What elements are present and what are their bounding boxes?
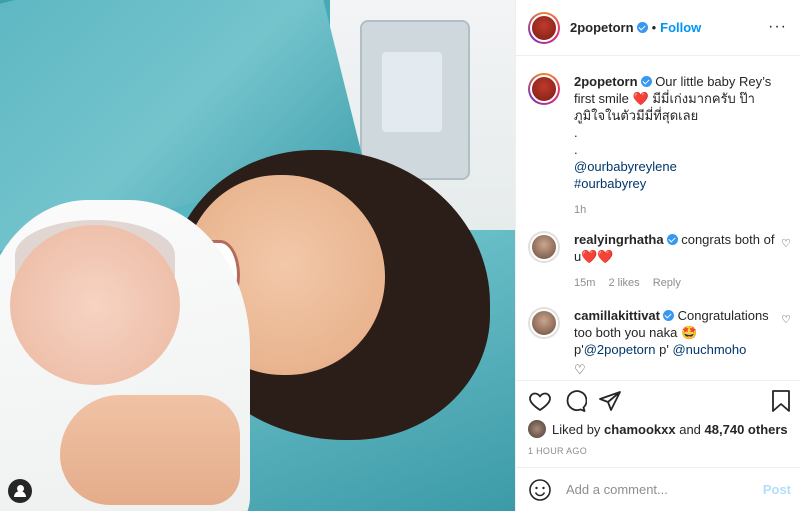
caption-time[interactable]: 1h [574, 204, 586, 216]
liker-avatar[interactable] [528, 420, 546, 438]
comment-like-icon[interactable]: ♡ [781, 237, 791, 250]
star-struck-emoji: 🤩 [680, 325, 698, 340]
caption-mention[interactable]: @ourbabyreylene [574, 158, 780, 175]
heart-icon[interactable] [528, 389, 552, 413]
bookmark-icon[interactable] [770, 389, 792, 413]
comment-prefix: p' [659, 342, 669, 357]
post-button[interactable]: Post [763, 482, 791, 497]
comment-content: camillakittivat Congratulations too both… [574, 307, 780, 378]
medical-machine [360, 20, 470, 180]
more-icon[interactable]: ··· [768, 18, 787, 36]
comment-username[interactable]: camillakittivat [574, 308, 660, 323]
heart-emoji: ❤️❤️ [581, 249, 614, 264]
add-comment-bar: Add a comment... Post [516, 467, 800, 511]
author-avatar[interactable] [528, 11, 560, 44]
comment-content: realyingrhatha congrats both of u❤️❤️ 15… [574, 231, 780, 292]
caption-avatar-image [530, 75, 558, 103]
verified-icon [640, 76, 652, 87]
separator-dot: • [651, 20, 657, 35]
caption-hashtag[interactable]: #ourbabyrey [574, 175, 780, 192]
machine-screen [382, 52, 442, 132]
commenter-avatar-image [530, 309, 558, 337]
caption-dot: . [574, 125, 578, 140]
caption-content: 2popetorn Our little baby Rey’s first sm… [574, 73, 780, 219]
verified-icon [636, 22, 648, 33]
comment-mention[interactable]: @nuchmoho [672, 342, 746, 357]
liker-username[interactable]: chamookxx [604, 422, 676, 437]
share-icon[interactable] [598, 389, 622, 413]
comment-icon[interactable] [563, 389, 587, 413]
caption-meta: 1h [574, 202, 780, 219]
post-header: 2popetorn • Follow ··· [516, 0, 800, 56]
comment-username[interactable]: realyingrhatha [574, 232, 664, 247]
comment: camillakittivat Congratulations too both… [528, 307, 790, 378]
author-username[interactable]: 2popetorn [570, 20, 634, 35]
commenter-avatar[interactable] [528, 307, 560, 339]
caption: 2popetorn Our little baby Rey’s first sm… [528, 73, 790, 219]
commenter-avatar-image [530, 233, 558, 261]
comment-like-icon[interactable]: ♡ [781, 313, 791, 326]
comments-list[interactable]: 2popetorn Our little baby Rey’s first sm… [516, 57, 800, 379]
comment-time[interactable]: 15m [574, 277, 595, 289]
likes-summary: Liked by chamookxx and 48,740 others [528, 420, 788, 438]
likes-and: and [679, 421, 701, 437]
commenter-avatar[interactable] [528, 231, 560, 263]
author-avatar-image [530, 13, 558, 42]
reply-button[interactable]: Reply [653, 277, 681, 289]
comment: realyingrhatha congrats both of u❤️❤️ 15… [528, 231, 790, 292]
post-timestamp[interactable]: 1 HOUR AGO [528, 446, 587, 456]
post-side-panel: 2popetorn • Follow ··· 2popetorn Our lit… [515, 0, 800, 511]
liked-by-prefix: Liked by [552, 421, 601, 437]
comment-likes[interactable]: 2 likes [608, 277, 639, 289]
heart-emoji: ❤️ [632, 91, 649, 106]
tag-user-icon[interactable] [8, 479, 32, 503]
comment-mention[interactable]: @2popetorn [584, 342, 656, 357]
post-actions [516, 380, 800, 420]
post-photo[interactable] [0, 0, 515, 511]
comment-prefix: p' [574, 342, 584, 357]
tag-icon-body [14, 491, 26, 497]
emoji-icon[interactable] [528, 478, 552, 502]
verified-icon [666, 234, 678, 245]
comment-heart-icon[interactable]: ♡ [574, 361, 780, 378]
likes-count[interactable]: 48,740 others [705, 422, 788, 437]
caption-dot: . [574, 142, 578, 157]
caption-avatar[interactable] [528, 73, 560, 105]
comment-input[interactable]: Add a comment... [566, 482, 763, 497]
hand [60, 395, 240, 505]
follow-button[interactable]: Follow [660, 20, 701, 35]
baby-face [10, 225, 180, 385]
caption-username[interactable]: 2popetorn [574, 74, 638, 89]
comment-meta: 15m 2 likes Reply [574, 275, 780, 292]
verified-icon [663, 310, 674, 321]
